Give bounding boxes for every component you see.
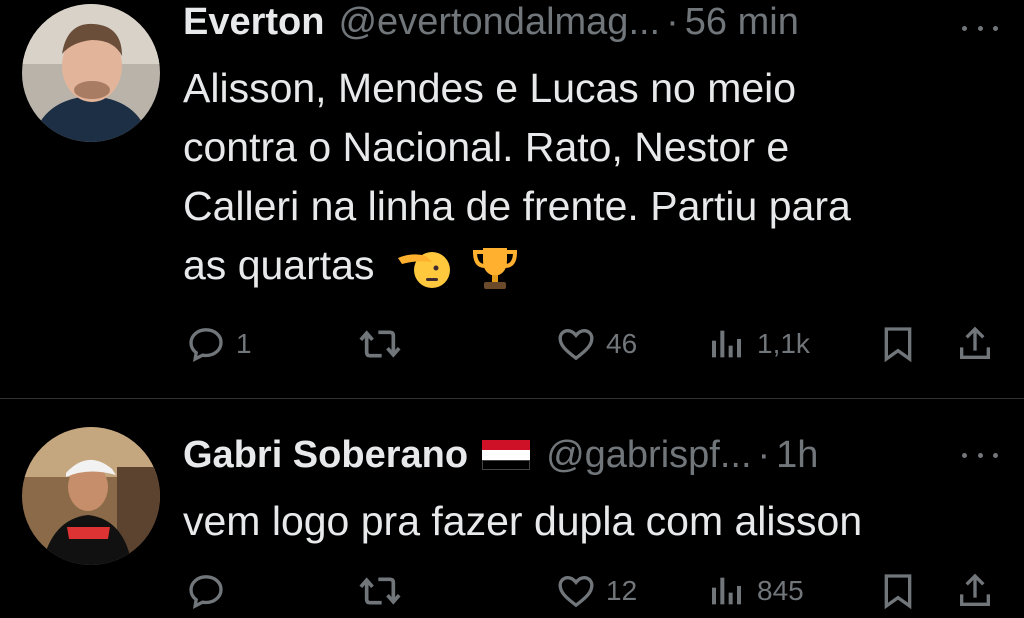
reply-button[interactable]: 1 — [186, 324, 252, 364]
tweet-header: Everton @evertondalmag... · 56 min — [183, 0, 1024, 44]
retweet-button[interactable] — [358, 324, 412, 364]
tweet-2[interactable]: Gabri Soberano @gabrispf... · 1h vem log… — [0, 399, 1024, 618]
tweet-text: Alisson, Mendes e Lucas no meio contra o… — [183, 59, 983, 295]
reply-button[interactable] — [186, 571, 236, 611]
tweet-header: Gabri Soberano @gabrispf... · 1h — [183, 433, 1024, 477]
share-icon — [960, 326, 990, 359]
saluting-face-icon — [397, 252, 450, 289]
views-icon — [712, 577, 741, 605]
avatar-photo — [22, 427, 160, 565]
retweet-icon — [359, 577, 401, 605]
reply-icon — [189, 575, 223, 610]
views-count: 845 — [757, 575, 804, 606]
timestamp[interactable]: 56 min — [685, 1, 799, 44]
separator-dot: · — [757, 433, 771, 476]
tweet-text: vem logo pra fazer dupla com alisson — [183, 492, 983, 551]
bookmark-icon — [884, 327, 912, 363]
like-count: 46 — [606, 328, 638, 359]
separator-dot: · — [666, 0, 679, 43]
timestamp[interactable]: 1h — [776, 434, 818, 477]
display-name[interactable]: Gabri Soberano — [183, 434, 468, 477]
user-handle[interactable]: @evertondalmag... — [338, 1, 660, 44]
trophy-icon — [473, 248, 518, 290]
retweet-icon — [359, 330, 401, 358]
views-icon — [712, 330, 741, 358]
bookmark-button[interactable] — [878, 324, 918, 364]
user-handle[interactable]: @gabrispf... — [546, 434, 751, 477]
bookmark-icon — [884, 574, 912, 610]
reply-icon — [189, 328, 223, 363]
display-name[interactable]: Everton — [183, 1, 324, 44]
like-button[interactable]: 46 — [556, 324, 637, 364]
flag-icon — [482, 440, 531, 470]
share-button[interactable] — [955, 571, 995, 611]
tweet-text-line: vem logo pra fazer dupla com alisson — [183, 498, 863, 544]
share-button[interactable] — [955, 324, 995, 364]
retweet-button[interactable] — [358, 571, 412, 611]
reply-count: 1 — [236, 328, 252, 359]
views-count: 1,1k — [757, 328, 810, 359]
tweet-text-line: Alisson, Mendes e Lucas no meio — [183, 65, 797, 111]
tweet-text-line: Calleri na linha de frente. Partiu para — [183, 183, 851, 229]
tweet-text-last-line: as quartas — [183, 236, 983, 295]
more-options-icon[interactable] — [962, 449, 998, 461]
bookmark-button[interactable] — [878, 571, 918, 611]
tweet-text-line: as quartas — [183, 242, 375, 288]
avatar-photo — [22, 4, 160, 142]
avatar[interactable] — [22, 4, 160, 142]
like-button[interactable]: 12 — [556, 571, 637, 611]
heart-icon — [558, 575, 594, 608]
tweet-text-line: contra o Nacional. Rato, Nestor e — [183, 124, 790, 170]
more-options-icon[interactable] — [962, 22, 998, 34]
tweet-1[interactable]: Everton @evertondalmag... · 56 min Aliss… — [0, 0, 1024, 398]
views-button[interactable]: 1,1k — [707, 324, 810, 364]
heart-icon — [558, 328, 594, 361]
share-icon — [960, 573, 990, 606]
avatar[interactable] — [22, 427, 160, 565]
like-count: 12 — [606, 575, 638, 606]
views-button[interactable]: 845 — [707, 571, 804, 611]
